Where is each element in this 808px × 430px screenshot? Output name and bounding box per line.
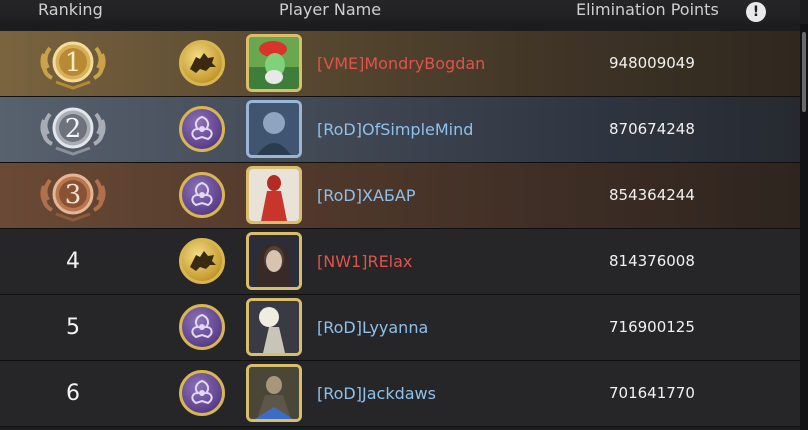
bronze-medal-icon: 3 (40, 173, 106, 222)
faction-emblem (179, 172, 225, 218)
leaderboard-row-2[interactable]: 2 [RoD]OfSimpleMind 870674248 (0, 97, 800, 163)
player-name[interactable]: [VME]MondryBogdan (317, 31, 485, 97)
leaderboard-header: Ranking Player Name Elimination Points ! (0, 0, 800, 24)
medal-rank-number: 3 (65, 180, 82, 210)
elimination-points-value: 716900125 (609, 318, 695, 336)
player-avatar[interactable] (246, 298, 302, 356)
player-avatar[interactable] (246, 166, 302, 224)
elimination-points-column-header: Elimination Points (576, 0, 719, 19)
leaderboard-row-5[interactable]: 5 [RoD]Lyyanna 716900125 (0, 295, 800, 361)
leaderboard-row-3[interactable]: 3 [RoD]ХАБАР 854364244 (0, 163, 800, 229)
faction-emblem (179, 40, 225, 86)
player-avatar[interactable] (246, 34, 302, 92)
leaderboard-row-1[interactable]: 1 [VME]MondryBogdan 948009049 (0, 31, 800, 97)
dragon-sigil-icon (191, 379, 213, 405)
silver-medal-icon: 2 (40, 107, 106, 156)
elimination-points-value: 701641770 (609, 384, 695, 402)
medal-rank-number: 1 (65, 48, 82, 78)
direwolf-sigil-icon (190, 53, 216, 73)
leaderboard-row-6[interactable]: 6 [RoD]Jackdaws 701641770 (0, 361, 800, 427)
rank-number: 6 (66, 381, 80, 406)
player-name[interactable]: [NW1]RElax (317, 229, 412, 295)
player-avatar[interactable] (246, 232, 302, 290)
gold-medal-icon: 1 (40, 41, 106, 90)
player-avatar[interactable] (246, 364, 302, 422)
ranking-column-header: Ranking (38, 0, 103, 19)
elimination-points-value: 948009049 (609, 54, 695, 72)
faction-emblem (179, 238, 225, 284)
rank-number: 4 (66, 249, 80, 274)
player-name[interactable]: [RoD]Jackdaws (317, 361, 436, 427)
scrollbar-thumb[interactable] (802, 32, 806, 112)
medal-rank-number: 2 (65, 114, 82, 144)
direwolf-sigil-icon (190, 251, 216, 271)
player-name[interactable]: [RoD]ХАБАР (317, 163, 415, 229)
leaderboard-scrollbar[interactable] (800, 24, 808, 430)
dragon-sigil-icon (191, 115, 213, 141)
player-name[interactable]: [RoD]OfSimpleMind (317, 97, 473, 163)
elimination-points-value: 814376008 (609, 252, 695, 270)
player-avatar[interactable] (246, 100, 302, 158)
leaderboard-row-4[interactable]: 4 [NW1]RElax 814376008 (0, 229, 800, 295)
elimination-points-value: 870674248 (609, 120, 695, 138)
player-name-column-header: Player Name (279, 0, 382, 19)
faction-emblem (179, 106, 225, 152)
faction-emblem (179, 304, 225, 350)
dragon-sigil-icon (191, 181, 213, 207)
dragon-sigil-icon (191, 313, 213, 339)
info-icon[interactable]: ! (746, 2, 766, 22)
player-name[interactable]: [RoD]Lyyanna (317, 295, 428, 361)
elimination-points-value: 854364244 (609, 186, 695, 204)
faction-emblem (179, 370, 225, 416)
rank-number: 5 (66, 315, 80, 340)
